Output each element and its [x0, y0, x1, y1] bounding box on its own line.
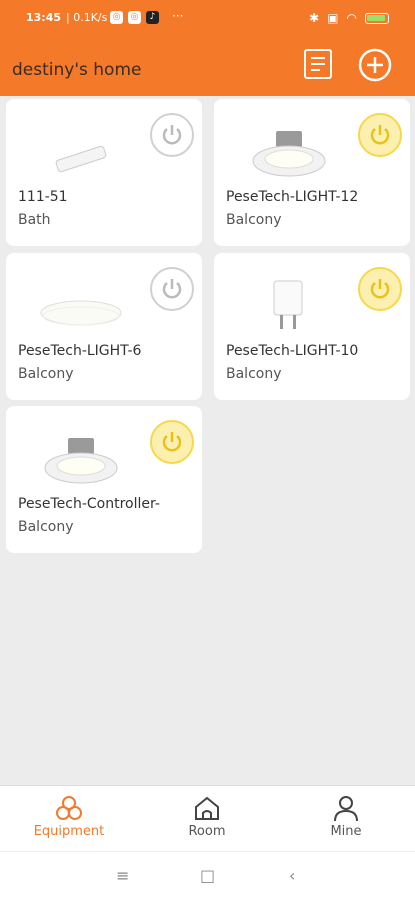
wifi-icon: ◠ [346, 11, 357, 25]
power-icon [162, 432, 182, 452]
downlight-image [44, 438, 118, 484]
room-icon [195, 796, 219, 820]
device-name: PeseTech-LIGHT-12 [226, 189, 359, 205]
sim-icon: ▣ [327, 11, 339, 25]
battery-icon [365, 12, 389, 24]
equipment-icon [56, 796, 82, 820]
device-room: Balcony [226, 212, 282, 228]
tiktok-icon: ♪ [146, 11, 159, 24]
system-nav-bar: ≡ □ ‹ [0, 851, 415, 900]
status-more: ··· [172, 9, 184, 23]
notification-app-icon: ◎ [128, 11, 141, 24]
device-card[interactable]: PeseTech-LIGHT-6 Balcony [6, 253, 202, 400]
smart-plug-image [273, 280, 303, 329]
device-card[interactable]: PeseTech-LIGHT-10 Balcony [214, 253, 410, 400]
device-room: Bath [18, 212, 51, 228]
power-icon [370, 279, 390, 299]
device-name: PeseTech-LIGHT-6 [18, 343, 142, 359]
panel-light-image [40, 300, 122, 326]
home-nav-icon[interactable]: □ [200, 866, 215, 885]
status-speed: | 0.1K/s [66, 11, 108, 24]
menu-nav-icon[interactable]: ≡ [116, 866, 129, 885]
power-button[interactable] [150, 113, 194, 157]
power-icon [370, 125, 390, 145]
device-card[interactable]: 111-51 Bath [6, 99, 202, 246]
device-card[interactable]: PeseTech-LIGHT-12 Balcony [214, 99, 410, 246]
status-bar: 13:45 | 0.1K/s ◎ ◎ ♪ ··· ✱ ▣ ◠ [0, 9, 415, 29]
list-icon[interactable] [302, 48, 334, 80]
device-room: Balcony [226, 366, 282, 382]
bottom-tab-bar: Equipment Room Mine [0, 785, 415, 851]
person-icon [334, 796, 358, 822]
device-room: Balcony [18, 519, 74, 535]
app-header: 13:45 | 0.1K/s ◎ ◎ ♪ ··· ✱ ▣ ◠ destiny's… [0, 0, 415, 96]
device-card[interactable]: PeseTech-Controller- Balcony [6, 406, 202, 553]
home-title[interactable]: destiny's home [12, 60, 141, 80]
tab-room-label: Room [188, 824, 226, 839]
tab-equipment[interactable]: Equipment [14, 794, 124, 839]
light-strip-controller-image [55, 145, 107, 173]
status-right: ✱ ▣ ◠ [309, 11, 389, 25]
back-nav-icon[interactable]: ‹ [289, 866, 295, 885]
power-icon [162, 279, 182, 299]
power-button[interactable] [150, 267, 194, 311]
notification-app-icon: ◎ [110, 11, 123, 24]
tab-mine-label: Mine [330, 824, 362, 839]
bluetooth-icon: ✱ [309, 11, 320, 25]
power-button[interactable] [358, 113, 402, 157]
add-icon[interactable] [358, 48, 392, 82]
tab-equipment-label: Equipment [33, 824, 105, 839]
downlight-image [252, 131, 326, 177]
power-icon [162, 125, 182, 145]
device-name: 111-51 [18, 189, 68, 205]
status-time: 13:45 [26, 11, 62, 24]
power-button[interactable] [150, 420, 194, 464]
tab-room[interactable]: Room [152, 794, 262, 839]
device-name: PeseTech-Controller- [18, 496, 160, 512]
tab-mine[interactable]: Mine [291, 794, 401, 839]
device-name: PeseTech-LIGHT-10 [226, 343, 359, 359]
device-room: Balcony [18, 366, 74, 382]
power-button[interactable] [358, 267, 402, 311]
